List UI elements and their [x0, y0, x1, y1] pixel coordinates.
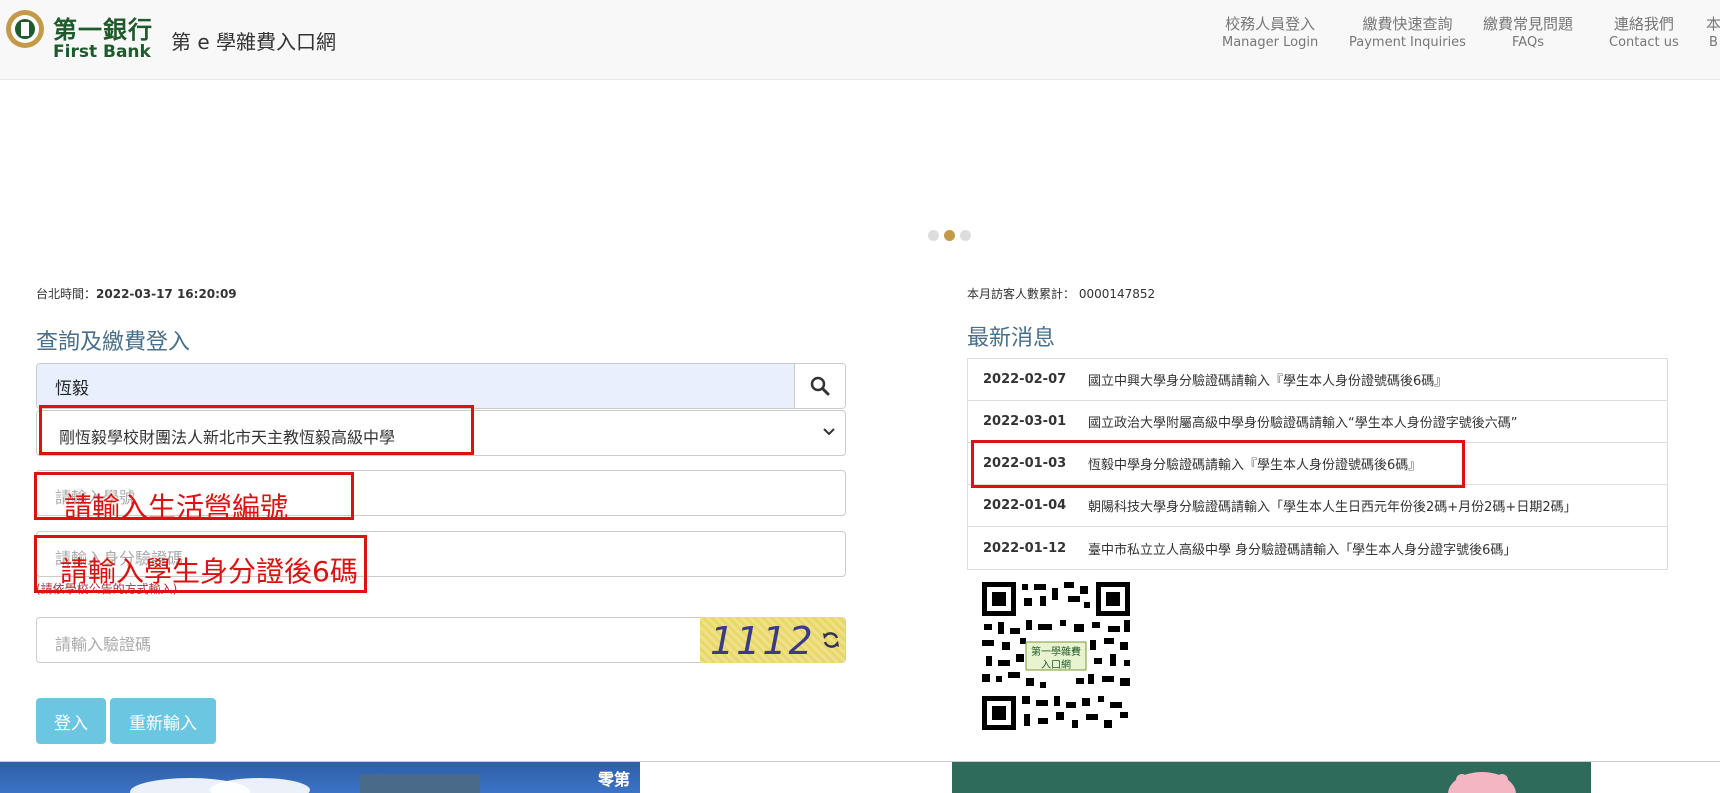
nav-label-en: Payment Inquiries	[1349, 35, 1466, 50]
brand-name-en[interactable]: First Bank	[53, 42, 151, 62]
annotation-box-school	[39, 405, 474, 455]
brand-name-zh[interactable]: 第一銀行	[53, 10, 153, 45]
nav-label-en: Contact us	[1609, 35, 1679, 50]
nav-manager-login[interactable]: 校務人員登入 Manager Login	[1222, 14, 1318, 52]
news-row[interactable]: 2022-01-04 朝陽科技大學身分驗證碼請輸入「學生本人生日西元年份後2碼+…	[968, 485, 1667, 527]
taipei-time: 台北時間：2022-03-17 16:20:09	[36, 285, 237, 302]
news-text[interactable]: 臺中市私立立人高級中學 身分驗證碼請輸入「學生本人身分證字號後6碼」	[1076, 539, 1516, 558]
banner-clouds-image	[130, 774, 480, 793]
nav-contact-us[interactable]: 連絡我們 Contact us	[1609, 14, 1679, 52]
nav-label-zh: 繳費常見問題	[1483, 15, 1574, 33]
refresh-icon[interactable]	[821, 630, 841, 650]
qr-label-line2: 入口網	[1041, 660, 1071, 671]
promo-banner-right[interactable]	[952, 762, 1591, 793]
news-date: 2022-02-07	[983, 372, 1067, 387]
nav-payment-inquiries[interactable]: 繳費快速查詢 Payment Inquiries	[1349, 14, 1466, 52]
annotation-verify-hint: 請輸入學生身分證後6碼	[60, 555, 358, 588]
school-search	[36, 363, 846, 409]
news-row[interactable]: 2022-03-01 國立政治大學附屬高級中學身份驗證碼請輸入“學生本人身份證字…	[968, 401, 1667, 443]
nav-label-en: FAQs	[1512, 35, 1544, 50]
carousel-dot-3[interactable]	[960, 230, 971, 241]
time-label: 台北時間：	[36, 287, 97, 301]
time-value: 2022-03-17 16:20:09	[96, 287, 237, 301]
nav-label-zh: 繳費快速查詢	[1362, 15, 1453, 33]
news-date: 2022-03-01	[983, 414, 1067, 429]
nav-label-en: B	[1709, 35, 1718, 50]
visitor-counter: 本月訪客人數累計： 0000147852	[967, 285, 1155, 302]
top-navbar: 第一銀行 First Bank 第 e 學雜費入口網 校務人員登入 Manage…	[0, 0, 1720, 80]
nav-label-en: Manager Login	[1222, 35, 1319, 50]
school-search-input[interactable]	[37, 364, 795, 408]
visitor-label: 本月訪客人數累計：	[967, 287, 1076, 301]
captcha-placeholder: 請輸入驗證碼	[55, 635, 152, 654]
first-bank-logo-icon[interactable]	[4, 8, 46, 50]
chevron-down-icon	[823, 428, 835, 436]
captcha-field[interactable]: 請輸入驗證碼 1112	[36, 617, 846, 663]
carousel-dot-2-active[interactable]	[944, 230, 955, 241]
news-text[interactable]: 國立政治大學附屬高級中學身份驗證碼請輸入“學生本人身份證字號後六碼”	[1076, 412, 1517, 431]
news-section-title: 最新消息	[967, 326, 1056, 351]
visitor-count: 0000147852	[1078, 287, 1156, 301]
nav-label-zh: 連絡我們	[1613, 15, 1674, 33]
reset-button[interactable]: 重新輸入	[110, 698, 216, 744]
nav-truncated-item[interactable]: 本 B	[1706, 14, 1720, 52]
banner-left-text: 零第	[597, 770, 630, 789]
site-title[interactable]: 第 e 學雜費入口網	[171, 26, 336, 55]
captcha-image: 1112	[700, 617, 845, 663]
carousel-dot-1[interactable]	[928, 230, 939, 241]
news-row[interactable]: 2022-01-12 臺中市私立立人高級中學 身分驗證碼請輸入「學生本人身分證字…	[968, 527, 1667, 569]
annotation-student-id-hint: 請輸入生活營編號	[64, 491, 289, 524]
news-row[interactable]: 2022-02-07 國立中興大學身分驗證碼請輸入『學生本人身份證號碼後6碼』	[968, 359, 1667, 401]
qr-label-line1: 第一學雜費	[1031, 647, 1081, 658]
login-button[interactable]: 登入	[36, 698, 106, 744]
annotation-box-news	[971, 440, 1465, 488]
news-date: 2022-01-12	[983, 540, 1067, 556]
nav-faqs[interactable]: 繳費常見問題 FAQs	[1483, 14, 1573, 52]
captcha-text: 1112	[710, 619, 815, 663]
qr-center-label: 第一學雜費 入口網	[1026, 646, 1086, 672]
login-section-title: 查詢及繳費登入	[36, 330, 191, 355]
news-date: 2022-01-04	[983, 498, 1067, 513]
news-text[interactable]: 國立中興大學身分驗證碼請輸入『學生本人身份證號碼後6碼』	[1076, 370, 1447, 389]
nav-label-zh: 校務人員登入	[1225, 15, 1316, 33]
search-icon	[810, 376, 830, 396]
nav-label-zh: 本	[1706, 15, 1720, 33]
piggy-bank-icon	[1448, 772, 1516, 793]
search-button[interactable]	[794, 364, 845, 408]
news-text[interactable]: 朝陽科技大學身分驗證碼請輸入「學生本人生日西元年份後2碼+月份2碼+日期2碼」	[1076, 496, 1577, 515]
promo-banner-left[interactable]: 零第	[0, 762, 640, 793]
